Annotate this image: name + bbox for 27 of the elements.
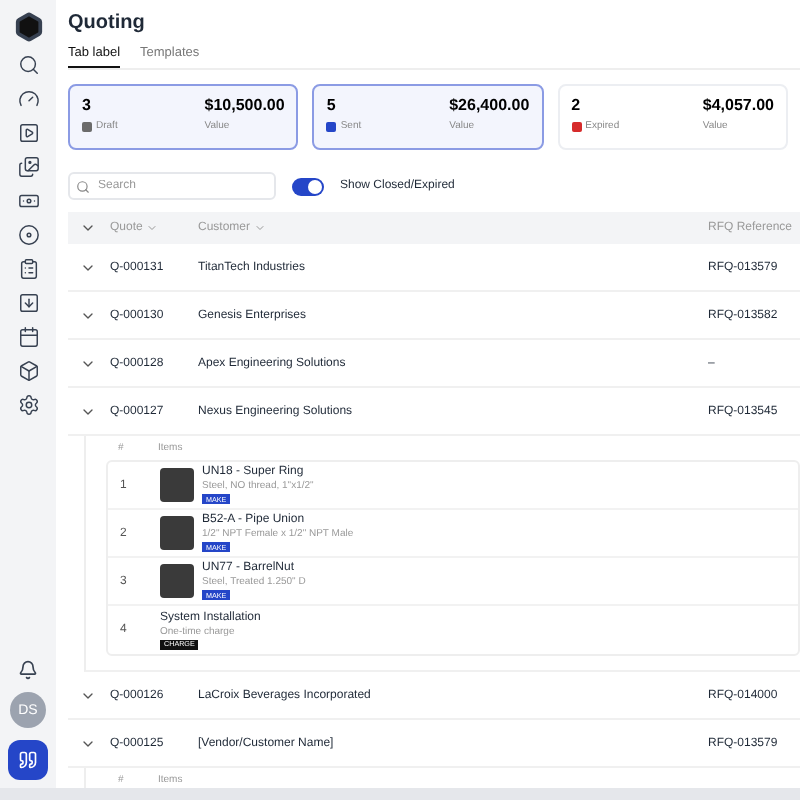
- calendar-icon[interactable]: [17, 326, 39, 348]
- toggle-switch[interactable]: [292, 177, 324, 195]
- photo-placeholder: [160, 468, 194, 502]
- settings-icon[interactable]: [17, 394, 39, 416]
- quote-icon: [18, 750, 38, 770]
- play-square-icon[interactable]: [17, 122, 39, 144]
- box-icon[interactable]: [17, 360, 39, 382]
- count: 5: [326, 96, 338, 114]
- amount: $4,057.00: [702, 96, 774, 114]
- inbox-icon[interactable]: [17, 292, 39, 314]
- bell-icon[interactable]: [18, 660, 38, 680]
- photo-placeholder: [160, 516, 194, 550]
- photo-placeholder: [160, 564, 194, 598]
- amount: $26,400.00: [449, 96, 530, 114]
- page-title: Quoting: [68, 12, 147, 34]
- count: 3: [82, 96, 93, 114]
- hexagon-logo-icon[interactable]: [13, 12, 43, 42]
- disc-icon[interactable]: [17, 224, 39, 246]
- gauge-icon[interactable]: [17, 88, 39, 110]
- clipboard-icon[interactable]: [17, 258, 39, 280]
- images-icon[interactable]: [17, 156, 39, 178]
- app-button[interactable]: [8, 740, 48, 780]
- count: 2: [571, 96, 583, 114]
- banknote-icon[interactable]: [17, 190, 39, 212]
- search-icon: [76, 179, 90, 193]
- amount: $10,500.00: [204, 96, 285, 114]
- search-icon[interactable]: [17, 54, 39, 76]
